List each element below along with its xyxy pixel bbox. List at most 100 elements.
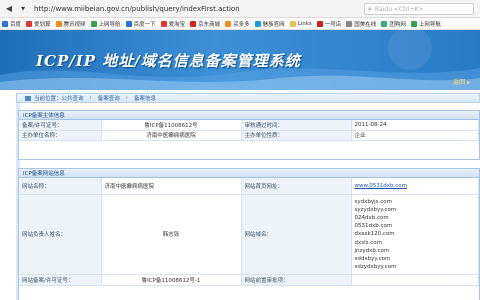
breadcrumb: 当前位置：公共查询 › 备案查询 › 备案信息 [16, 93, 480, 103]
label-cell: 网站前置审批项： [241, 274, 352, 286]
site-info-icon[interactable]: ▾ [18, 4, 28, 14]
bookmark-label: 爱淘宝 [168, 21, 186, 28]
bookmark-label: 京东商城 [198, 21, 221, 28]
label-cell: 备案/许可证号： [19, 120, 102, 131]
table-row: 主办单位名称： 济南中医癫痫病医院 主办单位性质： 企业 [19, 130, 479, 141]
domain-item: jnzydxb.com [354, 247, 390, 254]
bookmark-label: 爱划算 [34, 21, 51, 28]
breadcrumb-item[interactable]: 当前位置：公共查询 [34, 94, 84, 102]
domain-item: sdzydxbyy.com [354, 264, 397, 271]
panel-title: ICP备案网站信息 [19, 169, 479, 178]
bookmark-item[interactable]: 国美在线 [346, 20, 376, 28]
bookmark-item[interactable]: 京东商城 [190, 20, 220, 28]
bookmark-icon [346, 20, 353, 27]
value-cell: 韩志铄 [101, 194, 242, 275]
website-info-panel: ICP备案网站信息 网站名称： 济南中医癫痫病医院 网站首页网址： www.05… [18, 168, 480, 300]
bookmark-item[interactable]: 上网导航 [410, 20, 441, 28]
bookmark-item[interactable]: 百度一下 [125, 20, 156, 28]
domain-item: dxsls.com [354, 239, 383, 246]
sponsor-table: 备案/许可证号： 鲁ICP备11008612号 审核通过时间： 2011-08-… [19, 120, 479, 141]
bookmark-icon [90, 20, 97, 27]
bookmark-icon [225, 20, 232, 27]
label-cell: 网站负责人姓名： [19, 194, 102, 275]
bookmark-label: 团购网 [389, 21, 406, 28]
value-cell: 济南中医癫痫病医院 [101, 130, 242, 141]
return-link[interactable]: 返回 ▸ [453, 77, 470, 86]
bookmark-label: 上网导航 [98, 21, 121, 28]
bookmark-item[interactable]: 买多多 [225, 20, 250, 28]
bookmark-icon [190, 20, 197, 27]
bookmark-icon [381, 20, 388, 27]
breadcrumb-item: 备案信息 [133, 96, 156, 102]
back-icon[interactable]: ◀ [4, 4, 14, 14]
bookmark-item[interactable]: Links [289, 20, 312, 27]
label-cell: 网站名称： [19, 178, 102, 195]
table-row: 网站名称： 济南中医癫痫病医院 网站首页网址： www.0531dxb.com [19, 178, 479, 195]
url-field[interactable]: http://www.miibeian.gov.cn/publish/query… [34, 5, 240, 13]
breadcrumb-item[interactable]: 备案查询 [98, 94, 120, 102]
banner-title: ICP/IP 地址/域名信息备案管理系统 [36, 52, 301, 70]
breadcrumb-separator: › [125, 95, 128, 101]
domain-item: 024dxb.com [354, 214, 389, 221]
bookmark-label: 百度一下 [133, 21, 156, 28]
bookmark-icon [316, 20, 323, 27]
domain-item: syzydxbyy.com [354, 206, 397, 213]
domain-list: sydxbyjs.com syzydxbyy.com 024dxb.com 0531d… [351, 194, 479, 275]
value-cell [351, 274, 479, 286]
label-cell: 主办单位名称： [19, 130, 102, 141]
bookmark-icon [254, 20, 261, 27]
homepage-link[interactable]: www.0531dxb.com [355, 183, 407, 189]
domain-item: sddxbyy.com [354, 256, 391, 262]
bookmark-label: Links [297, 20, 312, 27]
bookmark-icon [125, 20, 132, 27]
bookmark-label: 一号店 [324, 21, 342, 28]
domain-item: sydxbyjs.com [354, 198, 393, 205]
bookmark-item[interactable]: 团购网 [381, 20, 406, 28]
bookmark-icon [289, 20, 296, 27]
bookmark-label: 百度 [10, 21, 22, 28]
site-banner: ICP/IP 地址/域名信息备案管理系统 返回 ▸ [0, 30, 480, 90]
address-bar: ◀ ▾ http://www.miibeian.gov.cn/publish/q… [0, 0, 480, 18]
value-cell: 2011-08-24 [351, 120, 479, 131]
home-icon [25, 95, 31, 101]
table-row: 网站备案/许可证号： 鲁ICP备11008612号-1 网站前置审批项： [19, 274, 479, 286]
value-cell: 企业 [351, 130, 479, 141]
bookmark-item[interactable]: 百度 [2, 20, 21, 28]
label-cell: 主办单位性质： [241, 130, 352, 141]
bookmark-item[interactable]: 爱划算 [26, 20, 51, 28]
value-cell: 鲁ICP备11008612号 [101, 120, 242, 131]
domain-item: dxask120.com [354, 231, 395, 238]
bookmark-label: 国美在线 [354, 21, 377, 28]
bookmark-icon [160, 20, 167, 27]
bookmark-item[interactable]: 腾讯视频 [55, 20, 86, 28]
bookmark-label: 买多多 [233, 21, 250, 28]
search-placeholder: Baidu <Ctrl+K> [374, 5, 424, 13]
panel-title: ICP备案主体信息 [19, 111, 479, 120]
bookmarks-bar: 百度 爱划算 腾讯视频 上网导航 百度一下 爱淘宝 京东商城 买多多 魅族官网 Links 一号店 国… [0, 18, 480, 30]
bookmark-item[interactable]: 魅族官网 [254, 20, 285, 28]
bookmark-label: 魅族官网 [262, 21, 285, 28]
bookmark-icon [26, 20, 33, 27]
label-cell: 审核通过时间： [241, 120, 352, 131]
search-input[interactable]: ⌕ Baidu <Ctrl+K> [364, 3, 474, 15]
label-cell: 网站首页网址： [241, 178, 352, 195]
value-cell: 鲁ICP备11008612号-1 [101, 274, 242, 286]
bookmark-item[interactable]: 爱淘宝 [160, 20, 186, 28]
label-cell: 网站域名： [241, 194, 352, 275]
value-cell: 济南中医癫痫病医院 [101, 178, 242, 195]
bookmark-item[interactable]: 一号店 [316, 20, 342, 28]
bookmark-label: 上网导航 [418, 21, 441, 28]
sponsor-info-panel: ICP备案主体信息 备案/许可证号： 鲁ICP备11008612号 审核通过时间… [18, 110, 480, 160]
bookmark-icon [410, 20, 417, 27]
breadcrumb-separator: › [89, 95, 92, 101]
bookmark-item[interactable]: 上网导航 [90, 20, 121, 28]
bookmark-label: 腾讯视频 [63, 21, 86, 28]
table-row: 网站负责人姓名： 韩志铄 网站域名： sydxbyjs.com syzydxbyy… [19, 194, 479, 275]
bookmark-icon [2, 20, 8, 27]
website-table: 网站名称： 济南中医癫痫病医院 网站首页网址： www.0531dxb.com … [19, 178, 479, 286]
search-icon: ⌕ [368, 4, 372, 13]
label-cell: 网站备案/许可证号： [19, 274, 102, 286]
bookmark-icon [55, 20, 62, 27]
domain-item: 0531dxb.com [354, 223, 393, 230]
table-row: 备案/许可证号： 鲁ICP备11008612号 审核通过时间： 2011-08-… [19, 120, 479, 131]
